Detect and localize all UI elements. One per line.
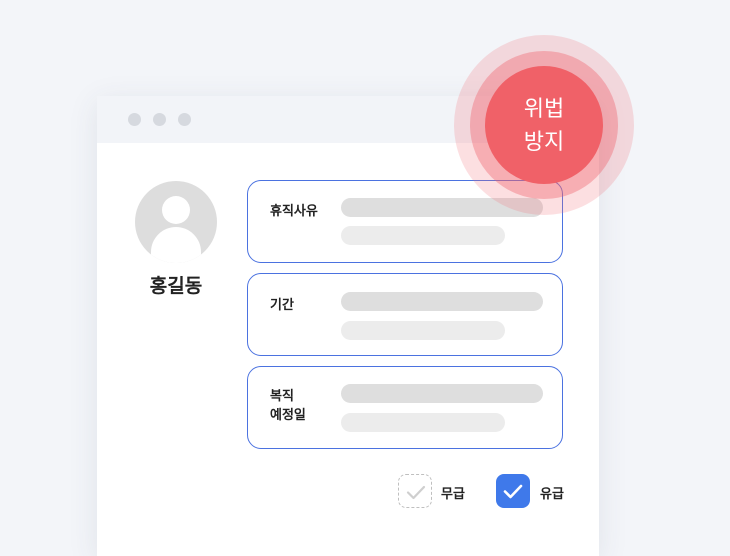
- unpaid-checkbox[interactable]: [398, 474, 432, 508]
- leave-reason-label: 휴직사유: [270, 203, 318, 218]
- paid-checkbox[interactable]: [496, 474, 530, 508]
- check-icon: [406, 485, 426, 500]
- badge-line: 방지: [523, 129, 565, 154]
- return-date-label-line: 예정일: [270, 407, 306, 422]
- user-name: 홍길동: [149, 276, 203, 297]
- return-date-placeholder-bar: [341, 413, 505, 432]
- period-placeholder-bar: [341, 321, 505, 340]
- unpaid-label: 무급: [441, 486, 465, 501]
- period-card[interactable]: 기간: [247, 273, 563, 356]
- return-date-card[interactable]: 복직 예정일: [247, 366, 563, 449]
- violation-prevention-badge: 위법 방지: [485, 66, 603, 184]
- avatar-body: [151, 227, 201, 263]
- period-label: 기간: [270, 297, 294, 312]
- return-date-label-line: 복직: [270, 388, 294, 403]
- check-icon: [503, 484, 523, 499]
- return-date-placeholder-bar: [341, 384, 543, 403]
- window-dot-icon[interactable]: [153, 113, 166, 126]
- window-dot-icon[interactable]: [128, 113, 141, 126]
- avatar-head: [162, 196, 190, 224]
- paid-label: 유급: [540, 486, 564, 501]
- window-dot-icon[interactable]: [178, 113, 191, 126]
- period-placeholder-bar: [341, 292, 543, 311]
- user-avatar-icon: [135, 181, 217, 263]
- badge-line: 위법: [523, 96, 565, 121]
- leave-reason-placeholder-bar: [341, 226, 505, 245]
- return-date-label: 복직 예정일: [270, 386, 306, 424]
